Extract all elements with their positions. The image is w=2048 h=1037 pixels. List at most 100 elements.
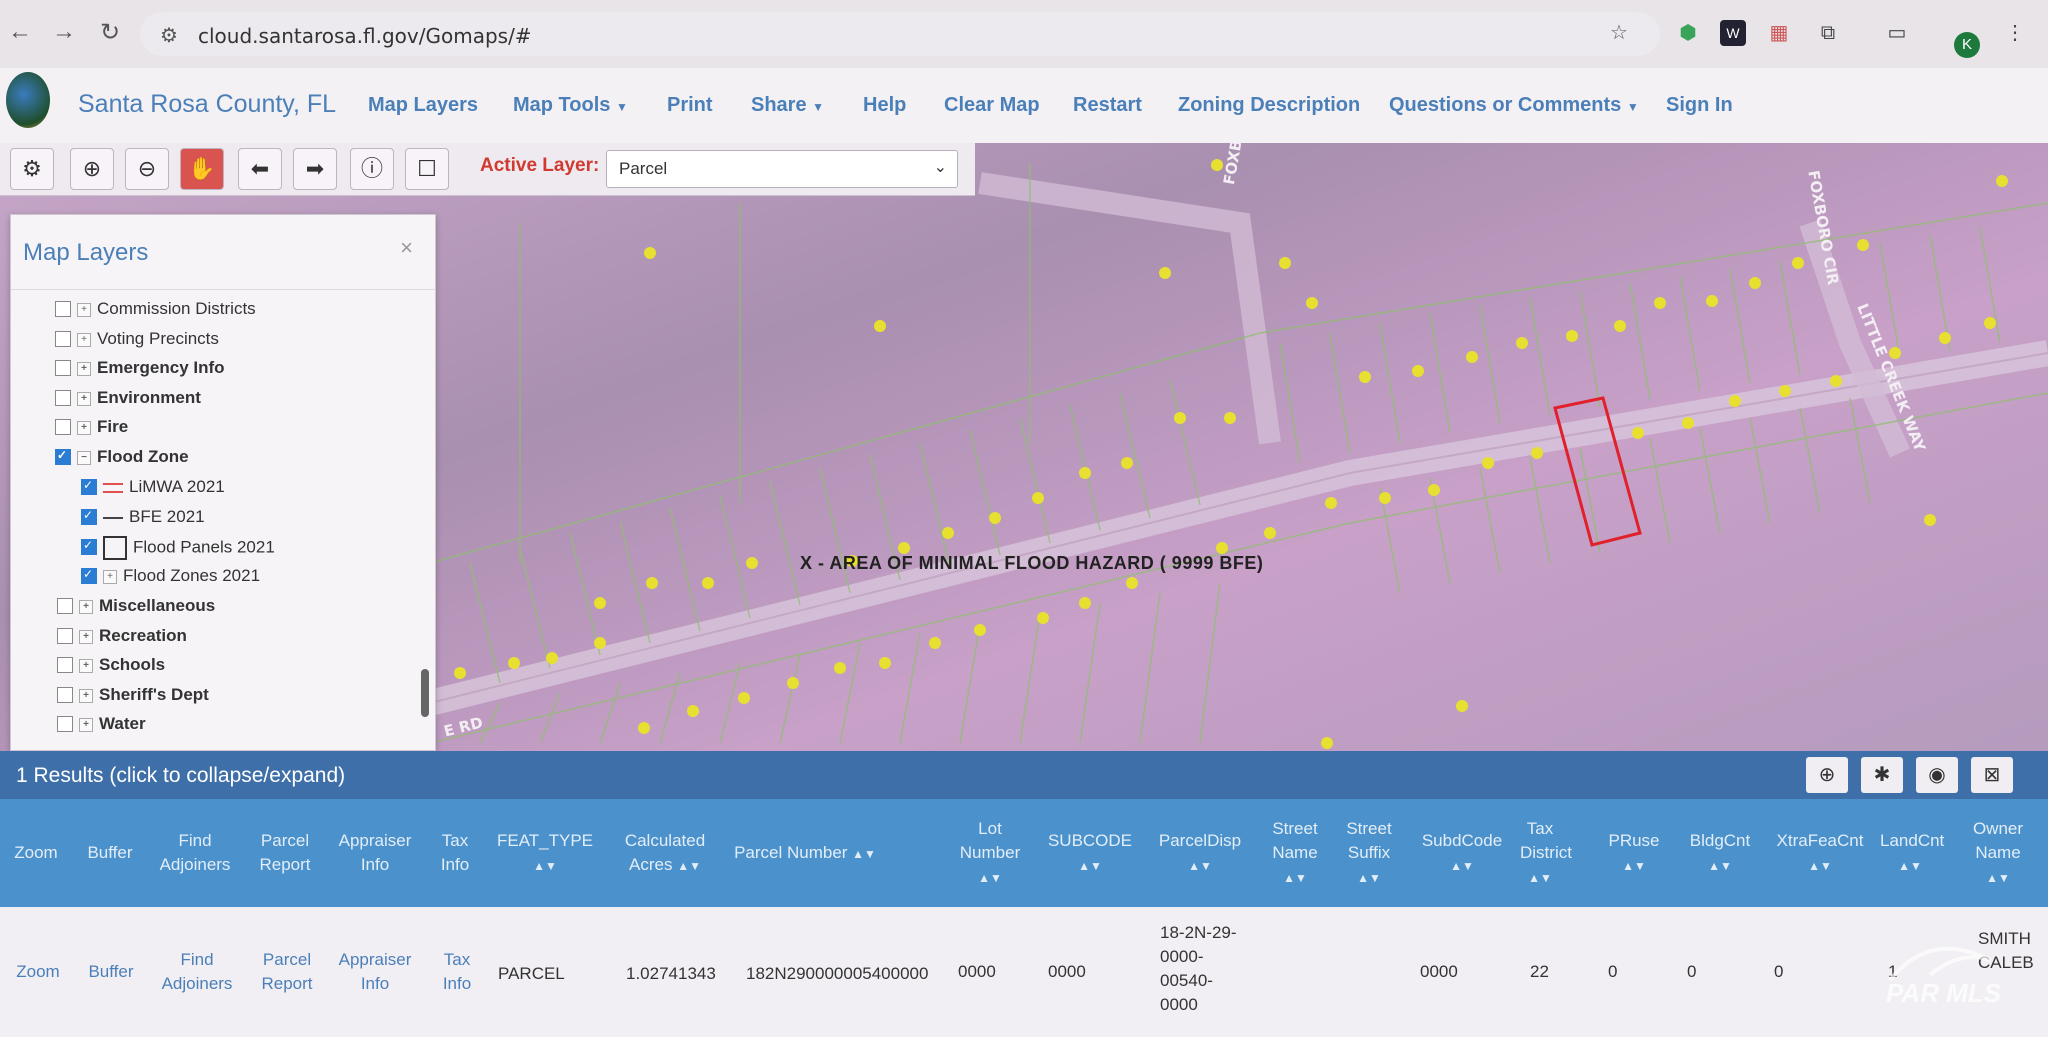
browser-menu-icon[interactable]: ⋮ <box>2002 20 2028 46</box>
buffer-link[interactable]: Buffer <box>80 960 142 984</box>
col-xtrafeacnt[interactable]: XtraFeaCnt ▲▼ <box>1770 829 1870 878</box>
previous-extent-icon[interactable]: ⬅ <box>238 148 282 190</box>
menu-share[interactable]: Share ▼ <box>751 94 824 117</box>
zoom-to-results-icon[interactable]: ⊕ <box>1806 757 1848 793</box>
results-bar[interactable]: 1 Results (click to collapse/expand) ⊕ ✱… <box>0 751 2048 799</box>
extensions-puzzle-icon[interactable]: ⧉ <box>1815 20 1841 46</box>
expand-icon[interactable]: + <box>79 717 93 732</box>
tax-info-link[interactable]: Tax Info <box>430 948 484 996</box>
target-icon[interactable]: ◉ <box>1916 757 1958 793</box>
menu-clear-map[interactable]: Clear Map <box>944 94 1040 117</box>
expand-icon[interactable]: + <box>79 658 93 673</box>
extension-w-icon[interactable]: W <box>1720 20 1746 46</box>
menu-print[interactable]: Print <box>667 94 713 117</box>
col-landcnt[interactable]: LandCnt ▲▼ <box>1880 829 1944 878</box>
extension-cube-icon[interactable]: ⬢ <box>1675 20 1701 46</box>
layer-commission-districts[interactable]: + Commission Districts <box>55 299 256 325</box>
layer-recreation[interactable]: + Recreation <box>57 626 187 652</box>
site-title[interactable]: Santa Rosa County, FL <box>78 90 336 119</box>
expand-icon[interactable]: + <box>79 688 93 703</box>
extension-grid-icon[interactable]: ▦ <box>1766 20 1792 46</box>
expand-icon[interactable]: + <box>77 332 91 347</box>
checkbox[interactable] <box>55 418 71 435</box>
find-adjoiners-link[interactable]: Find Adjoiners <box>150 948 244 996</box>
menu-zoning-description[interactable]: Zoning Description <box>1178 94 1360 117</box>
appraiser-info-link[interactable]: Appraiser Info <box>330 948 420 996</box>
parcel-report-link[interactable]: Parcel Report <box>250 948 324 996</box>
forward-icon[interactable]: → <box>52 18 76 46</box>
active-layer-dropdown[interactable]: Parcel ⌄ <box>606 150 958 188</box>
close-icon[interactable]: × <box>400 235 413 261</box>
col-pruse[interactable]: PRuse ▲▼ <box>1594 829 1674 878</box>
col-street-name[interactable]: Street Name ▲▼ <box>1262 817 1328 890</box>
checkbox[interactable] <box>81 478 97 495</box>
expand-icon[interactable]: + <box>77 391 91 406</box>
col-street-suffix[interactable]: Street Suffix ▲▼ <box>1336 817 1402 890</box>
col-feat-type[interactable]: FEAT_TYPE ▲▼ <box>490 829 600 878</box>
next-extent-icon[interactable]: ➡ <box>293 148 337 190</box>
col-owner-name[interactable]: Owner Name ▲▼ <box>1970 817 2026 890</box>
identify-info-icon[interactable]: ⓘ <box>350 148 394 190</box>
collapse-icon[interactable]: − <box>77 450 91 465</box>
col-parceldisp[interactable]: ParcelDisp ▲▼ <box>1150 829 1250 878</box>
layer-miscellaneous[interactable]: + Miscellaneous <box>57 596 215 622</box>
checkbox[interactable] <box>57 656 73 673</box>
layer-environment[interactable]: + Environment <box>55 388 201 414</box>
menu-map-tools[interactable]: Map Tools ▼ <box>513 94 628 117</box>
checkbox[interactable] <box>81 508 97 525</box>
expand-icon[interactable]: + <box>79 629 93 644</box>
checkbox[interactable] <box>55 359 71 376</box>
expand-icon[interactable]: + <box>79 599 93 614</box>
checkbox[interactable] <box>55 330 71 347</box>
reload-icon[interactable]: ↻ <box>100 18 120 47</box>
layer-flood-zones-2021[interactable]: + Flood Zones 2021 <box>81 566 260 592</box>
checkbox[interactable] <box>81 538 97 555</box>
bookmark-star-icon[interactable]: ☆ <box>1606 20 1632 46</box>
col-subcode[interactable]: SUBCODE ▲▼ <box>1040 829 1140 878</box>
layer-limwa-2021[interactable]: LiMWA 2021 <box>81 477 225 503</box>
zoom-link[interactable]: Zoom <box>8 960 68 984</box>
menu-map-layers[interactable]: Map Layers <box>368 94 478 117</box>
address-bar[interactable]: ⚙ cloud.santarosa.fl.gov/Gomaps/# <box>140 12 1660 56</box>
county-seal-logo[interactable] <box>6 72 50 128</box>
col-lot-number[interactable]: Lot Number ▲▼ <box>950 817 1030 890</box>
profile-avatar[interactable]: K <box>1954 32 1980 58</box>
checkbox[interactable] <box>81 567 97 584</box>
select-box-icon[interactable]: ☐ <box>405 148 449 190</box>
expand-icon[interactable]: + <box>77 302 91 317</box>
layer-sheriffs-dept[interactable]: + Sheriff's Dept <box>57 685 209 711</box>
checkbox[interactable] <box>57 686 73 703</box>
checkbox[interactable] <box>55 448 71 465</box>
layer-bfe-2021[interactable]: BFE 2021 <box>81 507 205 533</box>
back-icon[interactable]: ← <box>8 18 32 46</box>
export-excel-icon[interactable]: ⊠ <box>1971 757 2013 793</box>
menu-sign-in[interactable]: Sign In <box>1666 94 1733 117</box>
layer-flood-panels-2021[interactable]: Flood Panels 2021 <box>81 536 275 562</box>
expand-icon[interactable]: + <box>77 361 91 376</box>
layer-flood-zone[interactable]: −Flood Zone <box>55 447 189 473</box>
site-settings-icon[interactable]: ⚙ <box>160 23 178 48</box>
panel-scrollbar[interactable] <box>419 297 433 742</box>
expand-icon[interactable]: + <box>77 420 91 435</box>
checkbox[interactable] <box>57 627 73 644</box>
menu-help[interactable]: Help <box>863 94 906 117</box>
layer-water[interactable]: + Water <box>57 714 146 740</box>
tab-search-icon[interactable]: ▭ <box>1884 20 1910 46</box>
layer-schools[interactable]: + Schools <box>57 655 165 681</box>
zoom-out-icon[interactable]: ⊖ <box>125 148 169 190</box>
col-parcel-number[interactable]: Parcel Number ▲▼ <box>730 841 880 866</box>
highlight-wand-icon[interactable]: ✱ <box>1861 757 1903 793</box>
settings-gear-icon[interactable]: ⚙ <box>10 148 54 190</box>
col-calculated-acres[interactable]: Calculated Acres ▲▼ <box>610 829 720 878</box>
checkbox[interactable] <box>57 715 73 732</box>
col-tax-district[interactable]: Tax District ▲▼ <box>1520 817 1572 890</box>
layer-voting-precincts[interactable]: + Voting Precincts <box>55 329 219 355</box>
col-bldgcnt[interactable]: BldgCnt ▲▼ <box>1680 829 1760 878</box>
layer-emergency-info[interactable]: + Emergency Info <box>55 358 225 384</box>
expand-icon[interactable]: + <box>103 569 117 584</box>
zoom-in-icon[interactable]: ⊕ <box>70 148 114 190</box>
checkbox[interactable] <box>57 597 73 614</box>
menu-questions-comments[interactable]: Questions or Comments ▼ <box>1389 94 1639 117</box>
table-row[interactable]: Zoom Buffer Find Adjoiners Parcel Report… <box>0 907 2048 1037</box>
col-subdcode[interactable]: SubdCode ▲▼ <box>1412 829 1512 878</box>
